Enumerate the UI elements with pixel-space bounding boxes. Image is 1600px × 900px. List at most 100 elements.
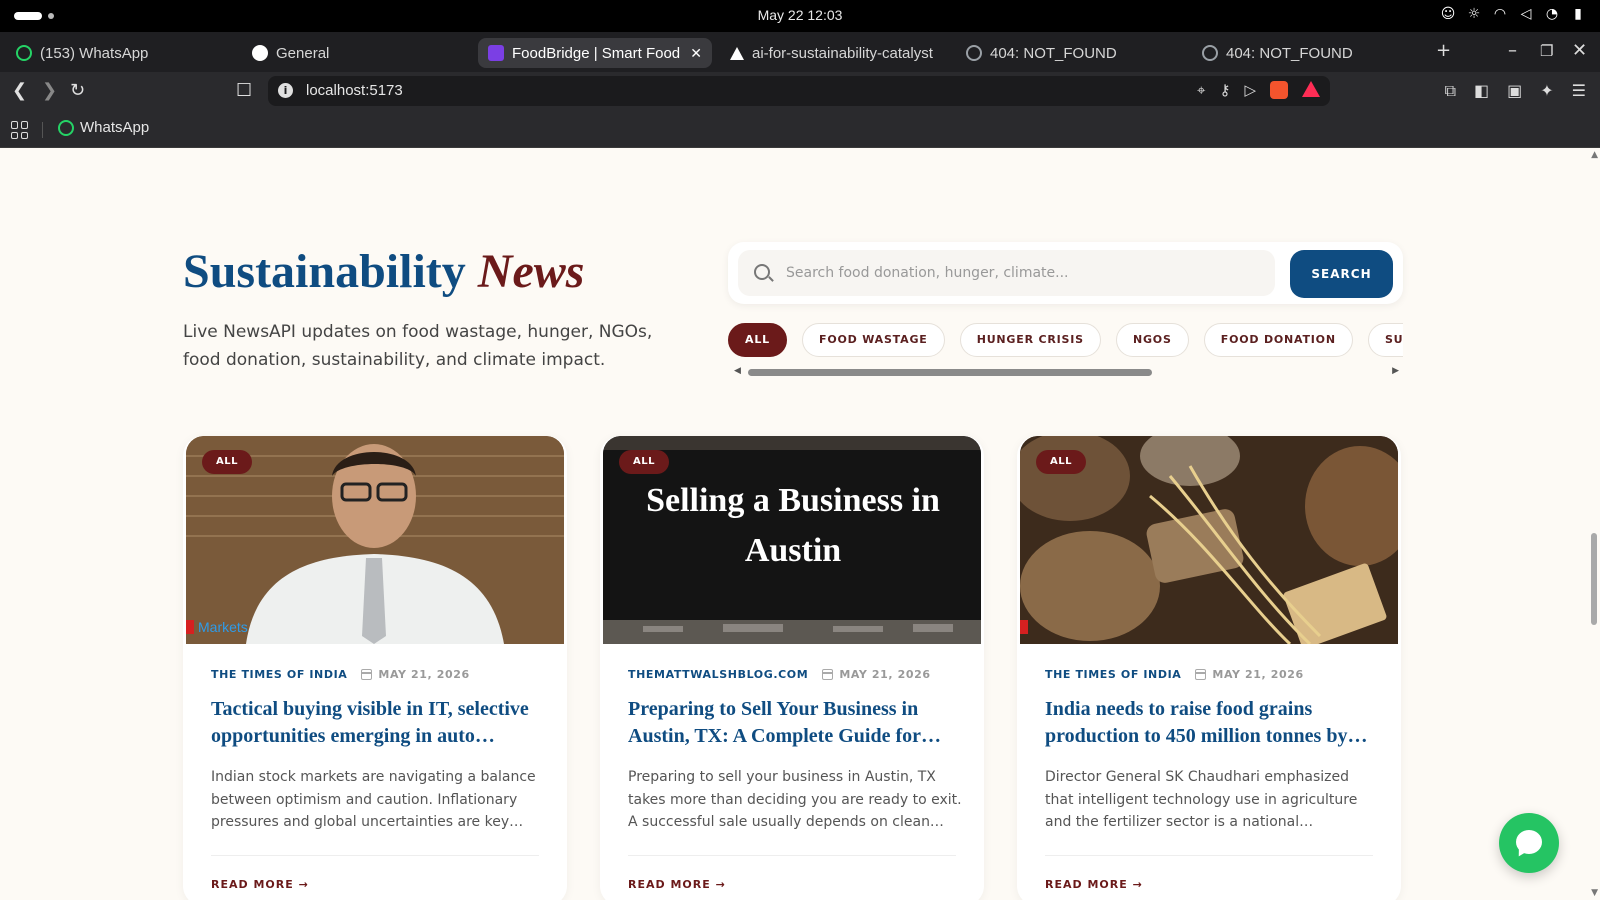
article-title[interactable]: India needs to raise food grains product… bbox=[1045, 696, 1375, 750]
filter-sustainability[interactable]: SUSTAINABILITY bbox=[1367, 323, 1403, 357]
filter-food-wastage[interactable]: FOOD WASTAGE bbox=[802, 323, 945, 357]
whatsapp-icon bbox=[16, 45, 32, 61]
bookmarks-bar: WhatsApp bbox=[0, 112, 1600, 148]
tab-label: ai-for-sustainability-catalyst bbox=[752, 44, 933, 62]
tab-label: (153) WhatsApp bbox=[40, 44, 149, 62]
bookmark-icon[interactable]: ☐ bbox=[236, 80, 252, 102]
volume-icon[interactable]: ◁ bbox=[1518, 6, 1534, 22]
accessibility-icon[interactable]: ☺ bbox=[1440, 6, 1456, 22]
scroll-right-icon[interactable]: ▶ bbox=[1392, 366, 1399, 376]
brightness-icon[interactable]: ☼ bbox=[1466, 6, 1482, 22]
read-more-label: READ MORE bbox=[1045, 878, 1128, 891]
page-subtitle: Live NewsAPI updates on food wastage, hu… bbox=[183, 322, 653, 370]
close-tab-icon[interactable]: ✕ bbox=[690, 45, 702, 62]
minimize-icon[interactable]: – bbox=[1508, 40, 1517, 61]
news-card[interactable]: Markets ALL THE TIMES OF INDIA MAY 21, 2… bbox=[183, 436, 567, 900]
search-input[interactable] bbox=[786, 262, 1256, 284]
search-panel: SEARCH bbox=[728, 242, 1403, 304]
tab-foodbridge[interactable]: FoodBridge | Smart Food ✕ bbox=[478, 38, 712, 68]
read-more-link[interactable]: READ MORE → bbox=[211, 878, 309, 891]
url-text[interactable]: localhost:5173 bbox=[306, 82, 403, 99]
send-icon[interactable]: ▷ bbox=[1244, 81, 1256, 99]
sidebar-icon[interactable]: ◧ bbox=[1474, 81, 1489, 101]
article-image[interactable]: Selling a Business in Austin ALL bbox=[603, 436, 981, 644]
new-tab-icon[interactable]: + bbox=[1436, 40, 1451, 61]
globe-icon bbox=[966, 45, 982, 61]
system-clock[interactable]: May 22 12:03 bbox=[0, 7, 1600, 23]
article-title[interactable]: Preparing to Sell Your Business in Austi… bbox=[628, 696, 958, 750]
vite-icon bbox=[488, 45, 504, 61]
battery-icon[interactable]: ▮ bbox=[1570, 6, 1586, 22]
date-text: MAY 21, 2026 bbox=[839, 668, 931, 681]
article-date: MAY 21, 2026 bbox=[1195, 668, 1303, 681]
arrow-right-icon: → bbox=[298, 878, 309, 891]
apps-grid-icon[interactable] bbox=[11, 121, 29, 139]
article-source: THE TIMES OF INDIA bbox=[211, 668, 348, 681]
scroll-thumb[interactable] bbox=[748, 369, 1152, 376]
github-icon bbox=[252, 45, 268, 61]
restore-icon[interactable]: ❐ bbox=[1540, 42, 1553, 60]
system-tray[interactable]: ☺ ☼ ◠ ◁ ◔ ▮ bbox=[1440, 6, 1586, 22]
page-scroll-thumb[interactable] bbox=[1591, 533, 1597, 625]
scroll-down-icon[interactable]: ▼ bbox=[1591, 888, 1598, 898]
bookmark-separator bbox=[42, 122, 43, 138]
close-window-icon[interactable]: ✕ bbox=[1572, 40, 1587, 61]
tab-404-b[interactable]: 404: NOT_FOUND bbox=[1192, 38, 1420, 68]
calendar-icon bbox=[1195, 669, 1207, 680]
tab-github[interactable]: General bbox=[242, 38, 470, 68]
scroll-left-icon[interactable]: ◀ bbox=[734, 366, 741, 376]
site-info-icon[interactable]: i bbox=[278, 83, 293, 98]
page-title: Sustainability News bbox=[183, 244, 584, 299]
filter-food-donation[interactable]: FOOD DONATION bbox=[1203, 323, 1353, 357]
wallet-icon[interactable]: ▣ bbox=[1507, 81, 1522, 101]
article-date: MAY 21, 2026 bbox=[361, 668, 469, 681]
read-more-link[interactable]: READ MORE → bbox=[628, 878, 726, 891]
reload-icon[interactable]: ↻ bbox=[70, 80, 85, 102]
tab-vercel[interactable]: ai-for-sustainability-catalyst bbox=[720, 38, 948, 68]
location-icon[interactable]: ⌖ bbox=[1197, 81, 1205, 99]
chat-button[interactable] bbox=[1499, 813, 1559, 873]
filter-ngos[interactable]: NGOS bbox=[1115, 323, 1189, 357]
read-more-link[interactable]: READ MORE → bbox=[1045, 878, 1143, 891]
article-meta: THE TIMES OF INDIA MAY 21, 2026 bbox=[211, 668, 470, 681]
article-meta: THEMATTWALSHBLOG.COM MAY 21, 2026 bbox=[628, 668, 931, 681]
tab-whatsapp[interactable]: (153) WhatsApp bbox=[6, 38, 234, 68]
markets-watermark: Markets bbox=[198, 619, 248, 635]
power-icon[interactable]: ◔ bbox=[1544, 6, 1560, 22]
tab-label: General bbox=[276, 44, 330, 62]
address-bar[interactable]: i localhost:5173 ⌖ ⚷ ▷ bbox=[268, 76, 1330, 106]
article-meta: THE TIMES OF INDIA MAY 21, 2026 bbox=[1045, 668, 1304, 681]
menu-icon[interactable]: ☰ bbox=[1572, 81, 1586, 101]
leo-ai-icon[interactable]: ✦ bbox=[1540, 81, 1553, 101]
screenshot-icon[interactable]: ⧉ bbox=[1445, 81, 1456, 101]
forward-icon[interactable]: ❯ bbox=[42, 80, 57, 102]
scroll-up-icon[interactable]: ▲ bbox=[1591, 150, 1598, 160]
date-text: MAY 21, 2026 bbox=[378, 668, 470, 681]
key-icon[interactable]: ⚷ bbox=[1219, 81, 1230, 99]
vercel-icon bbox=[730, 46, 744, 60]
wifi-icon[interactable]: ◠ bbox=[1492, 6, 1508, 22]
brave-rewards-icon[interactable] bbox=[1302, 81, 1320, 97]
brave-shields-icon[interactable] bbox=[1270, 81, 1288, 99]
search-field[interactable] bbox=[738, 250, 1275, 296]
filter-hunger-crisis[interactable]: HUNGER CRISIS bbox=[959, 323, 1101, 357]
filters-horizontal-scrollbar[interactable]: ◀ ▶ bbox=[728, 366, 1403, 378]
page-scrollbar[interactable]: ▲ ▼ bbox=[1588, 148, 1600, 900]
article-image[interactable]: ALL bbox=[1020, 436, 1398, 644]
browser-tab-strip: (153) WhatsApp General FoodBridge | Smar… bbox=[0, 32, 1600, 72]
news-card[interactable]: Selling a Business in Austin ALL THEMATT… bbox=[600, 436, 984, 900]
article-source: THE TIMES OF INDIA bbox=[1045, 668, 1182, 681]
filter-all[interactable]: ALL bbox=[728, 323, 787, 357]
news-card[interactable]: ALL THE TIMES OF INDIA MAY 21, 2026 Indi… bbox=[1017, 436, 1401, 900]
arrow-right-icon: → bbox=[1132, 878, 1143, 891]
search-button[interactable]: SEARCH bbox=[1290, 250, 1393, 298]
title-main: Sustainability bbox=[183, 245, 466, 298]
bookmark-whatsapp[interactable]: WhatsApp bbox=[58, 119, 149, 136]
back-icon[interactable]: ❮ bbox=[12, 80, 27, 102]
date-text: MAY 21, 2026 bbox=[1212, 668, 1304, 681]
article-title[interactable]: Tactical buying visible in IT, selective… bbox=[211, 696, 541, 750]
page-content: Sustainability News Live NewsAPI updates… bbox=[0, 148, 1600, 900]
tab-404-a[interactable]: 404: NOT_FOUND bbox=[956, 38, 1184, 68]
article-image[interactable]: Markets ALL bbox=[186, 436, 564, 644]
tab-label: 404: NOT_FOUND bbox=[1226, 44, 1353, 62]
